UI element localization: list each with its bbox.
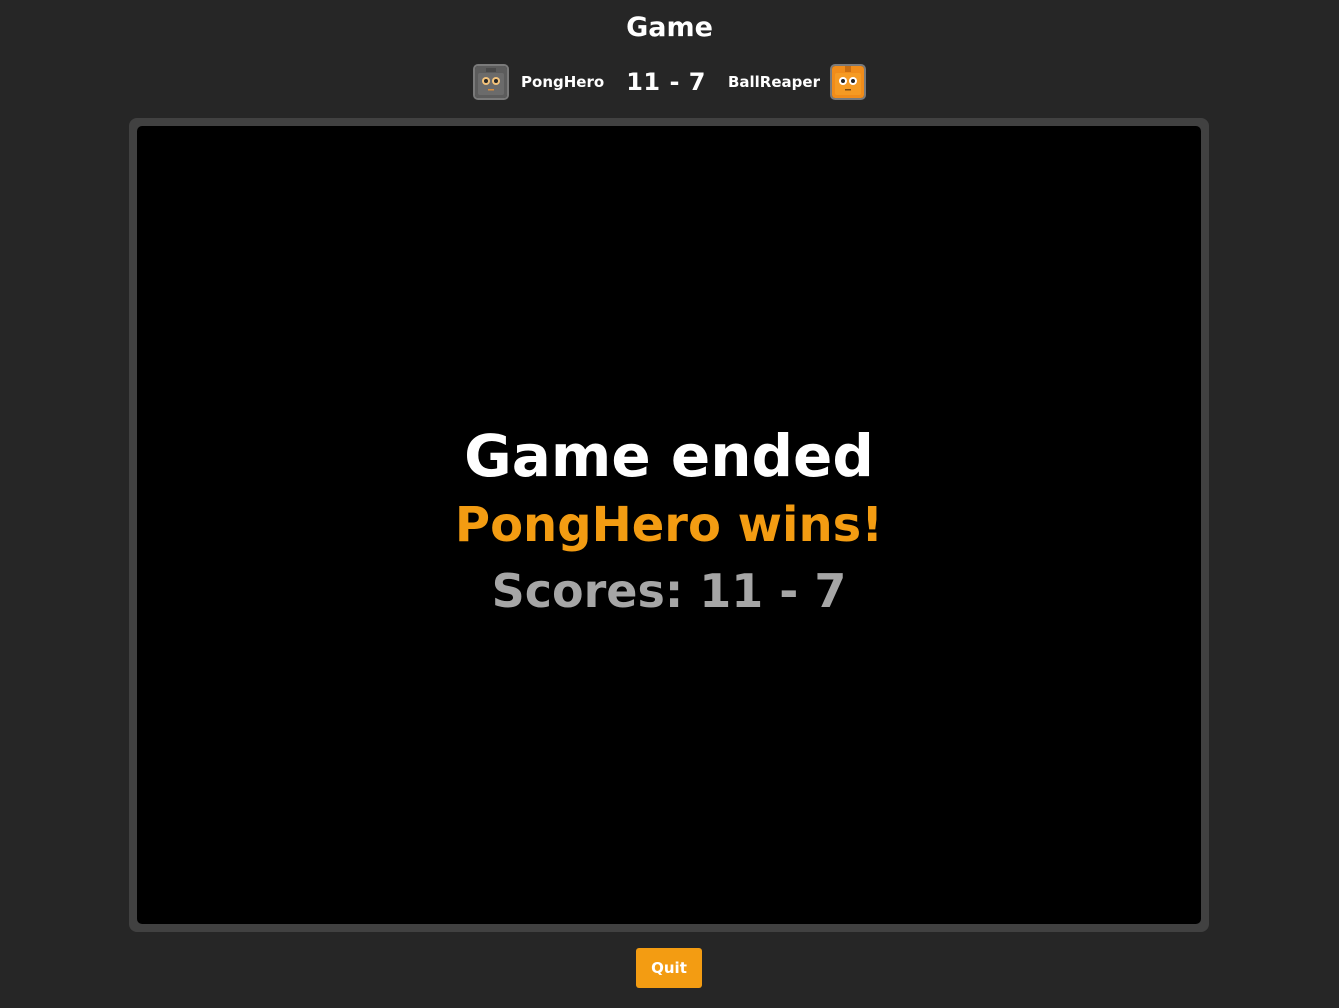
final-scores: Scores: 11 - 7 <box>491 564 847 618</box>
scoreboard: PongHero 11 - 7 BallReaper <box>0 62 1339 102</box>
player-right: BallReaper <box>728 64 866 100</box>
game-page: Game PongHero 11 - 7 BallReaper Game end… <box>0 0 1339 1008</box>
player-left-name: PongHero <box>521 73 605 91</box>
player-right-name: BallReaper <box>727 73 820 91</box>
player-left: PongHero <box>473 64 604 100</box>
game-ended-title: Game ended <box>464 422 874 490</box>
winner-text: PongHero wins! <box>454 497 884 553</box>
game-canvas[interactable]: Game ended PongHero wins! Scores: 11 - 7 <box>137 126 1201 924</box>
quit-button[interactable]: Quit <box>636 948 702 988</box>
robot-avatar-icon <box>473 64 510 100</box>
page-title: Game <box>626 12 713 43</box>
header-score: 11 - 7 <box>626 68 706 96</box>
robot-avatar-icon <box>829 64 866 100</box>
game-over-message: Game ended PongHero wins! Scores: 11 - 7 <box>137 420 1201 624</box>
game-frame: Game ended PongHero wins! Scores: 11 - 7 <box>129 118 1209 932</box>
